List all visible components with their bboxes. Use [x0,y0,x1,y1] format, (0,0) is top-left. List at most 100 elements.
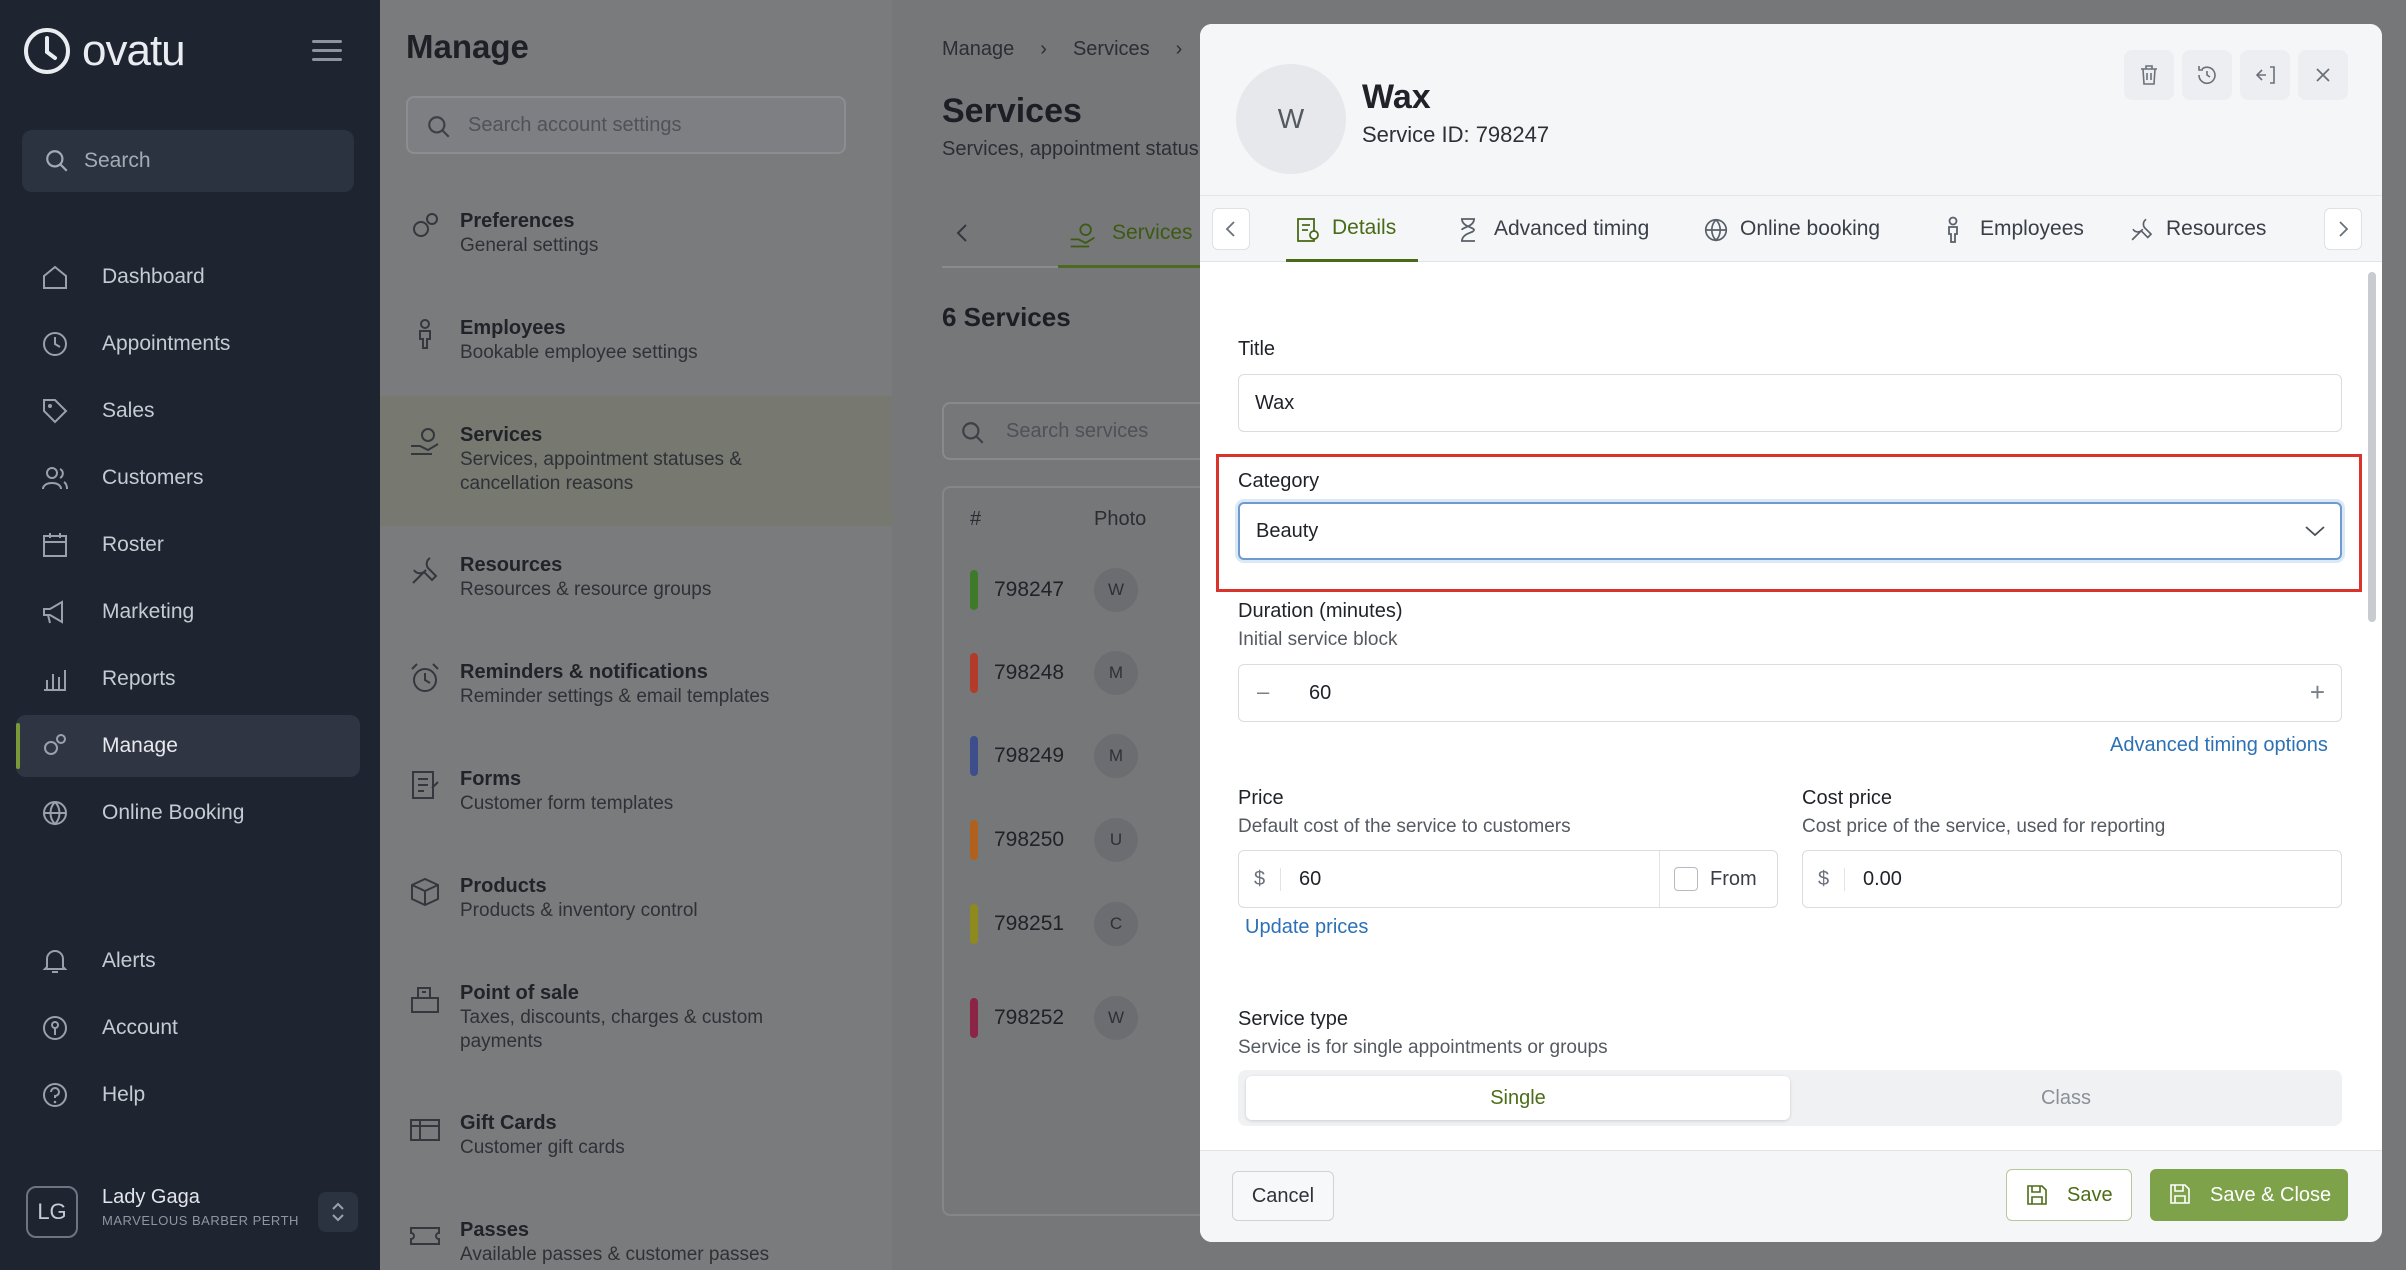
menu-toggle-icon[interactable] [312,40,342,62]
tab-online-booking[interactable]: Online booking [1694,196,1880,262]
collapse-panel-button[interactable] [2240,50,2290,100]
cost-price-input[interactable]: $ 0.00 [1802,850,2342,908]
settings-item-resources[interactable]: Resources Resources & resource groups [380,552,892,602]
tab-services[interactable]: Services [1058,200,1206,268]
service-id-label: Service ID: 798247 [1362,122,1550,147]
nav-alerts[interactable]: Alerts [16,930,360,992]
settings-item-subtitle: Bookable employee settings [460,342,698,363]
title-input[interactable]: Wax [1238,374,2342,432]
delete-button[interactable] [2124,50,2174,100]
tabs-prev-button[interactable] [1212,208,1250,250]
globe-icon [43,801,67,826]
tab-employees[interactable]: Employees [1934,196,2084,262]
ticket-icon [410,1227,440,1245]
nav-label: Marketing [102,600,195,623]
ovatu-logo[interactable]: ovatu [22,26,186,76]
settings-item-passes[interactable]: Passes Available passes & customer passe… [380,1217,892,1267]
service-type-single[interactable]: Single [1246,1076,1790,1120]
update-prices-link[interactable]: Update prices [1245,916,1368,939]
breadcrumb-services[interactable]: Services [1073,38,1150,61]
tab-resources[interactable]: Resources [2120,196,2266,262]
service-type-label: Service type [1238,1008,1349,1030]
nav-sales[interactable]: Sales [16,380,360,442]
category-value: Beauty [1256,519,1319,542]
nav-help[interactable]: Help [16,1064,360,1126]
column-header-id: # [970,508,982,530]
nav-account[interactable]: Account [16,997,360,1059]
nav-customers[interactable]: Customers [16,447,360,509]
price-input[interactable]: $ 60 From [1238,850,1778,908]
scrollbar[interactable] [2368,272,2376,622]
user-menu-toggle[interactable] [318,1192,358,1232]
user-profile[interactable]: LG Lady Gaga MARVELOUS BARBER PERTH [26,1182,358,1244]
settings-item-services[interactable]: Services Services, appointment statuses … [380,396,892,526]
table-row[interactable]: 798247 W [970,568,1230,612]
service-photo: W [1094,996,1138,1040]
tab-advanced-timing[interactable]: Advanced timing [1448,196,1649,262]
settings-item-gift-cards[interactable]: Gift Cards Customer gift cards [380,1110,892,1160]
table-row[interactable]: 798248 M [970,651,1230,695]
bell-icon [42,950,68,973]
services-search-input[interactable]: Search services [942,402,1242,460]
settings-item-subtitle: Resources & resource groups [460,579,712,600]
globe-icon [1704,218,1728,242]
global-search[interactable]: Search [22,130,354,192]
chevron-left-icon[interactable] [952,222,974,244]
nav-roster[interactable]: Roster [16,514,360,576]
tools-icon [412,557,438,584]
cancel-button[interactable]: Cancel [1232,1171,1334,1221]
settings-item-preferences[interactable]: Preferences General settings [380,208,892,258]
breadcrumb-manage[interactable]: Manage [942,38,1014,61]
nav-label: Manage [102,734,178,757]
tab-details[interactable]: Details [1286,196,1418,262]
service-avatar[interactable]: W [1236,64,1346,174]
plus-icon[interactable]: + [2310,677,2325,708]
service-type-class[interactable]: Class [1798,1076,2334,1120]
table-row[interactable]: 798251 C [970,902,1230,946]
cost-price-label: Cost price [1802,787,1893,809]
settings-item-title: Point of sale [460,982,579,1004]
service-id: 798252 [994,1006,1065,1029]
settings-item-products[interactable]: Products Products & inventory control [380,873,892,923]
close-button[interactable] [2298,50,2348,100]
settings-item-subtitle: Products & inventory control [460,900,698,921]
advanced-timing-link[interactable]: Advanced timing options [2110,734,2328,757]
from-checkbox-group[interactable]: From [1659,851,1777,907]
history-button[interactable] [2182,50,2232,100]
settings-item-forms[interactable]: Forms Customer form templates [380,766,892,816]
nav-appointments[interactable]: Appointments [16,313,360,375]
tag-icon [43,399,68,424]
table-row[interactable]: 798249 M [970,734,1230,778]
settings-search-input[interactable]: Search account settings [406,96,846,154]
service-edit-modal: W Wax Service ID: 798247 Details Advance… [1200,24,2382,1242]
trash-icon [2141,65,2157,85]
category-select[interactable]: Beauty [1238,502,2342,560]
global-search-label: Search [84,149,151,172]
table-row[interactable]: 798252 W [970,996,1230,1040]
search-icon [962,422,984,444]
settings-item-employees[interactable]: Employees Bookable employee settings [380,315,892,365]
box-icon [411,877,439,907]
table-row[interactable]: 798250 U [970,818,1230,862]
history-icon [2198,66,2216,85]
save-and-close-button[interactable]: Save & Close [2150,1169,2348,1221]
tab-label: Resources [2166,217,2267,240]
nav-label: Reports [102,667,176,690]
nav-online-booking[interactable]: Online Booking [16,782,360,844]
hourglass-icon [1461,218,1475,242]
minus-icon[interactable]: – [1257,679,1269,705]
nav-manage[interactable]: Manage [16,715,360,777]
tabs-next-button[interactable] [2324,208,2362,250]
duration-stepper[interactable]: – 60 + [1238,664,2342,722]
from-checkbox[interactable] [1674,867,1698,891]
person-icon [419,319,431,349]
nav-reports[interactable]: Reports [16,648,360,710]
nav-dashboard[interactable]: Dashboard [16,246,360,308]
settings-item-subtitle: Customer form templates [460,793,674,814]
settings-item-point-of-sale[interactable]: Point of sale Taxes, discounts, charges … [380,980,892,1054]
modal-footer: Cancel Save Save & Close [1200,1150,2382,1242]
settings-item-reminders[interactable]: Reminders & notifications Reminder setti… [380,659,892,709]
nav-marketing[interactable]: Marketing [16,581,360,643]
settings-item-subtitle: General settings [460,235,599,256]
save-button[interactable]: Save [2006,1169,2132,1221]
